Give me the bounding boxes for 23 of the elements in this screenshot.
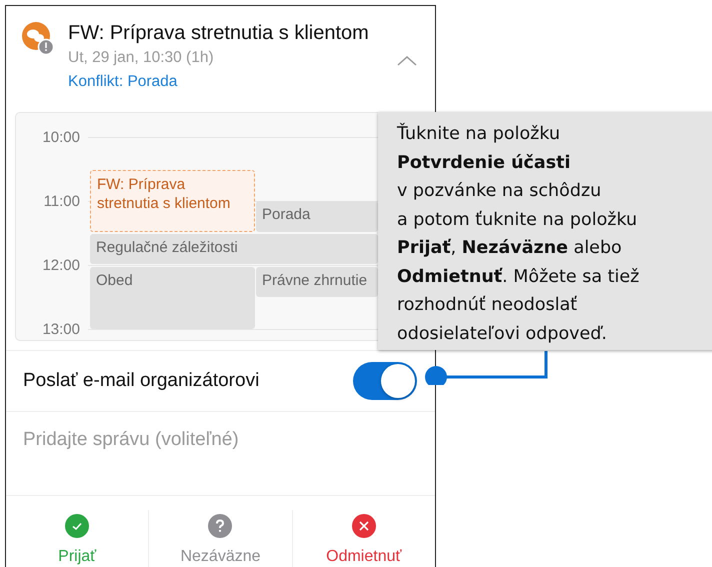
calendar-event[interactable]: FW: Príprava stretnutia s klientom [90,170,255,232]
calendar-event[interactable]: Obed [90,267,255,329]
question-icon [208,514,232,538]
calendar-event[interactable]: Regulačné záležitosti [90,234,378,264]
x-icon [352,514,376,538]
collapse-chevron-icon[interactable] [397,56,417,66]
event-title: FW: Príprava stretnutia s klientom [68,21,370,46]
response-button[interactable]: Nezáväzne [148,510,292,567]
time-label: 13:00 [41,320,81,338]
meeting-icon [22,22,54,56]
send-email-toggle[interactable] [353,362,417,400]
response-button[interactable]: Odmietnuť [292,510,435,567]
conflict-link[interactable]: Konflikt: Porada [68,73,397,91]
time-label: 12:00 [41,256,81,274]
response-button[interactable]: Prijať [6,510,148,567]
send-email-label: Poslať e-mail organizátorovi [23,370,260,392]
time-label: 11:00 [42,192,81,210]
calendar-event[interactable]: Právne zhrnutie [256,267,378,297]
callout-text: Ťuknite na položku Potvrdenie účasti v pozvánke na schôdzu a potom ťuknite na položku Prijať, Nezáväzne alebo Odmietnuť. Môžete sa tiež rozhodnúť neodoslať odosielateľovi odpoveď. [397,122,640,346]
time-label: 10:00 [41,128,81,146]
check-icon [65,514,90,538]
calendar-event[interactable]: Porada [256,201,378,232]
event-time: Ut, 29 jan, 10:30 (1h) [68,49,215,67]
